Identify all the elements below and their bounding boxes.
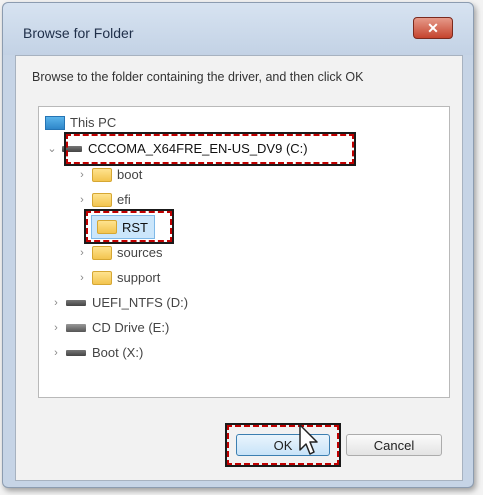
tree-item-drive-e[interactable]: › CD Drive (E:) xyxy=(49,320,169,335)
tree-item-label: Boot (X:) xyxy=(92,345,144,360)
tree-item-boot[interactable]: › boot xyxy=(75,167,142,182)
chevron-right-icon[interactable]: › xyxy=(75,272,89,284)
tree-item-label: efi xyxy=(117,192,131,207)
drive-icon xyxy=(66,349,86,356)
title-bar: Browse for Folder ✕ xyxy=(3,3,473,55)
tree-item-label: sources xyxy=(117,245,163,260)
computer-icon xyxy=(45,115,65,130)
folder-icon xyxy=(92,245,112,260)
highlight-rst xyxy=(84,209,174,244)
chevron-right-icon[interactable]: › xyxy=(49,297,63,309)
folder-tree[interactable]: This PC ⌄ CCCOMA_X64FRE_EN-US_DV9 (C:) ›… xyxy=(38,106,450,398)
chevron-down-icon[interactable]: ⌄ xyxy=(45,142,59,155)
tree-item-label: This PC xyxy=(70,115,117,130)
tree-item-efi[interactable]: › efi xyxy=(75,192,131,207)
folder-icon xyxy=(92,192,112,207)
chevron-right-icon[interactable]: › xyxy=(75,194,89,206)
tree-item-label: support xyxy=(117,270,161,285)
dialog-title: Browse for Folder xyxy=(23,25,134,41)
tree-item-drive-d[interactable]: › UEFI_NTFS (D:) xyxy=(49,295,188,310)
close-button[interactable]: ✕ xyxy=(413,17,453,39)
folder-icon xyxy=(92,270,112,285)
tree-item-sources[interactable]: › sources xyxy=(75,245,163,260)
highlight-drive-c xyxy=(64,132,356,166)
tree-item-this-pc[interactable]: This PC xyxy=(45,115,116,130)
tree-item-label: CD Drive (E:) xyxy=(92,320,170,335)
chevron-right-icon[interactable]: › xyxy=(49,347,63,359)
cd-drive-icon xyxy=(66,323,86,332)
tree-item-label: UEFI_NTFS (D:) xyxy=(92,295,189,310)
cancel-button[interactable]: Cancel xyxy=(346,434,442,456)
chevron-right-icon[interactable]: › xyxy=(75,247,89,259)
dialog-body: Browse to the folder containing the driv… xyxy=(15,55,463,481)
highlight-ok xyxy=(225,423,341,467)
tree-item-label: boot xyxy=(117,167,143,182)
drive-icon xyxy=(66,299,86,306)
instructions-text: Browse to the folder containing the driv… xyxy=(32,70,364,84)
folder-icon xyxy=(92,167,112,182)
browse-for-folder-dialog: Browse for Folder ✕ Browse to the folder… xyxy=(2,2,474,488)
tree-item-drive-x[interactable]: › Boot (X:) xyxy=(49,345,143,360)
chevron-right-icon[interactable]: › xyxy=(49,322,63,334)
tree-item-support[interactable]: › support xyxy=(75,270,160,285)
chevron-right-icon[interactable]: › xyxy=(75,169,89,181)
mouse-pointer-icon xyxy=(299,424,318,455)
